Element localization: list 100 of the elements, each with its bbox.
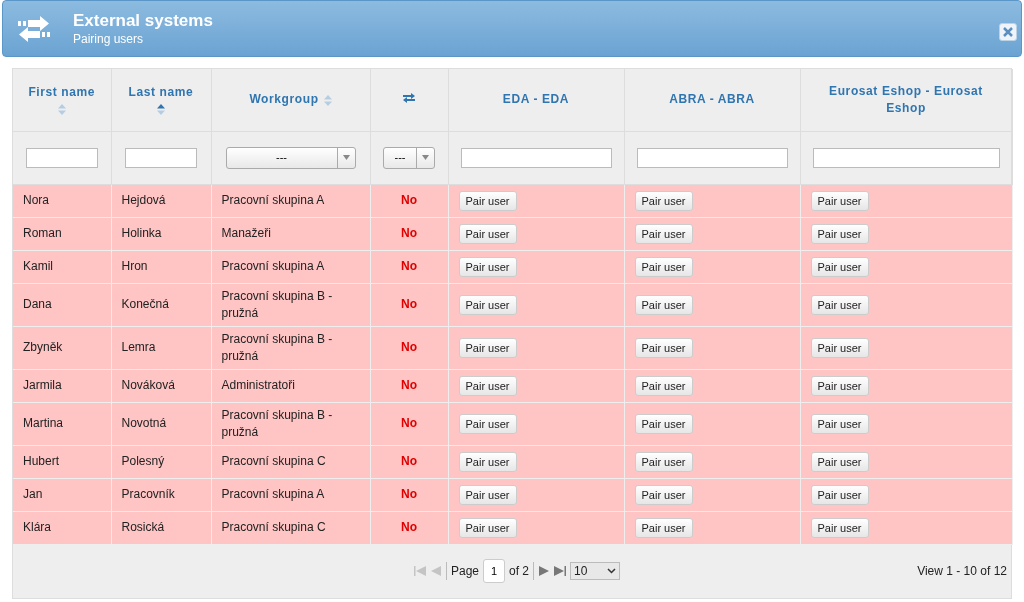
- pair-user-button[interactable]: Pair user: [458, 517, 517, 538]
- pair-user-button[interactable]: Pair user: [634, 451, 693, 472]
- last-name-cell: Nováková: [111, 369, 211, 402]
- first-name-cell: Hubert: [13, 445, 111, 478]
- pair-user-button[interactable]: Pair user: [634, 337, 693, 358]
- caret-icon: [342, 155, 350, 160]
- sort-icon[interactable]: [157, 104, 165, 116]
- last-name-cell: Hejdová: [111, 184, 211, 217]
- column-header: Eurosat Eshop - Eurosat Eshop: [829, 83, 983, 115]
- workgroup-cell: Pracovní skupina A: [211, 250, 370, 283]
- column-header[interactable]: Last name: [128, 85, 194, 100]
- workgroup-cell: Pracovní skupina B - pružná: [211, 402, 370, 445]
- pair-user-button[interactable]: Pair user: [810, 294, 869, 315]
- pair-user-button[interactable]: Pair user: [458, 484, 517, 505]
- last-page-icon[interactable]: [554, 565, 567, 577]
- pair-user-button[interactable]: Pair user: [810, 256, 869, 277]
- swap-arrows-icon: [403, 93, 415, 104]
- pair-user-button[interactable]: Pair user: [634, 223, 693, 244]
- pair-user-button[interactable]: Pair user: [634, 190, 693, 211]
- pair-user-button[interactable]: Pair user: [810, 484, 869, 505]
- last-name-cell: Novotná: [111, 402, 211, 445]
- pair-user-button[interactable]: Pair user: [458, 337, 517, 358]
- pair-user-button[interactable]: Pair user: [458, 256, 517, 277]
- filter-dropdown[interactable]: ---: [225, 146, 356, 169]
- filter-field[interactable]: [812, 147, 1000, 168]
- filter-field[interactable]: [460, 147, 612, 168]
- close-button[interactable]: [999, 23, 1017, 41]
- page-count: of 2: [509, 563, 530, 580]
- column-header[interactable]: Workgroup: [249, 92, 319, 107]
- filter-dropdown[interactable]: ---: [383, 146, 435, 169]
- last-name-cell: Polesný: [111, 445, 211, 478]
- pair-user-button[interactable]: Pair user: [634, 375, 693, 396]
- paired-status-cell: No: [370, 478, 448, 511]
- column-header[interactable]: First name: [28, 85, 96, 100]
- pair-user-button[interactable]: Pair user: [458, 451, 517, 472]
- window-subtitle: Pairing users: [73, 30, 145, 47]
- first-name-cell: Jarmila: [13, 369, 111, 402]
- last-name-cell: Hron: [111, 250, 211, 283]
- first-name-cell: Nora: [13, 184, 111, 217]
- pair-user-button[interactable]: Pair user: [810, 337, 869, 358]
- last-name-cell: Konečná: [111, 283, 211, 326]
- pair-user-button[interactable]: Pair user: [634, 517, 693, 538]
- workgroup-cell: Pracovní skupina C: [211, 445, 370, 478]
- last-name-cell: Holinka: [111, 217, 211, 250]
- page-number-field[interactable]: 1: [483, 559, 506, 583]
- workgroup-cell: Manažeři: [211, 217, 370, 250]
- paired-status-cell: No: [370, 445, 448, 478]
- first-name-cell: Jan: [13, 478, 111, 511]
- filter-field[interactable]: [25, 147, 98, 168]
- last-name-cell: Pracovník: [111, 478, 211, 511]
- paired-status-cell: No: [370, 511, 448, 544]
- filter-field[interactable]: [636, 147, 788, 168]
- workgroup-cell: Administratoři: [211, 369, 370, 402]
- pair-user-button[interactable]: Pair user: [634, 294, 693, 315]
- first-name-cell: Dana: [13, 283, 111, 326]
- pair-user-button[interactable]: Pair user: [634, 256, 693, 277]
- workgroup-cell: Pracovní skupina A: [211, 478, 370, 511]
- workgroup-cell: Pracovní skupina B - pružná: [211, 326, 370, 369]
- pair-user-button[interactable]: Pair user: [458, 294, 517, 315]
- first-name-cell: Zbyněk: [13, 326, 111, 369]
- swap-arrows-icon: [17, 14, 51, 43]
- chevron-icon: [607, 568, 617, 574]
- paired-status-cell: No: [370, 217, 448, 250]
- paired-status-cell: No: [370, 283, 448, 326]
- filter-field[interactable]: [125, 147, 197, 168]
- last-name-cell: Rosická: [111, 511, 211, 544]
- first-name-cell: Martina: [13, 402, 111, 445]
- pair-user-button[interactable]: Pair user: [458, 413, 517, 434]
- paired-status-cell: No: [370, 184, 448, 217]
- paired-status-cell: No: [370, 369, 448, 402]
- pair-user-button[interactable]: Pair user: [458, 375, 517, 396]
- pair-user-button[interactable]: Pair user: [810, 190, 869, 211]
- window-title: External systems: [73, 10, 213, 31]
- pair-user-button[interactable]: Pair user: [810, 451, 869, 472]
- pair-user-button[interactable]: Pair user: [810, 517, 869, 538]
- paired-status-cell: No: [370, 326, 448, 369]
- close-icon: [1003, 27, 1013, 37]
- paired-status-cell: No: [370, 402, 448, 445]
- pair-user-button[interactable]: Pair user: [810, 223, 869, 244]
- workgroup-cell: Pracovní skupina A: [211, 184, 370, 217]
- pair-user-button[interactable]: Pair user: [634, 484, 693, 505]
- next-page-icon[interactable]: [538, 565, 551, 577]
- page-size-dropdown[interactable]: 10: [570, 562, 621, 580]
- last-name-cell: Lemra: [111, 326, 211, 369]
- column-header: ABRA - ABRA: [669, 92, 755, 107]
- pair-user-button[interactable]: Pair user: [458, 190, 517, 211]
- caret-icon: [422, 155, 429, 160]
- pair-user-button[interactable]: Pair user: [458, 223, 517, 244]
- pair-user-button[interactable]: Pair user: [810, 375, 869, 396]
- pair-user-button[interactable]: Pair user: [634, 413, 693, 434]
- record-summary: View 1 - 10 of 12: [917, 563, 1007, 580]
- first-name-cell: Roman: [13, 217, 111, 250]
- first-name-cell: Kamil: [13, 250, 111, 283]
- pair-user-button[interactable]: Pair user: [810, 413, 869, 434]
- column-header: EDA - EDA: [502, 92, 570, 107]
- workgroup-cell: Pracovní skupina B - pružná: [211, 283, 370, 326]
- paired-status-cell: No: [370, 250, 448, 283]
- workgroup-cell: Pracovní skupina C: [211, 511, 370, 544]
- page-label: Page: [451, 563, 480, 580]
- first-name-cell: Klára: [13, 511, 111, 544]
